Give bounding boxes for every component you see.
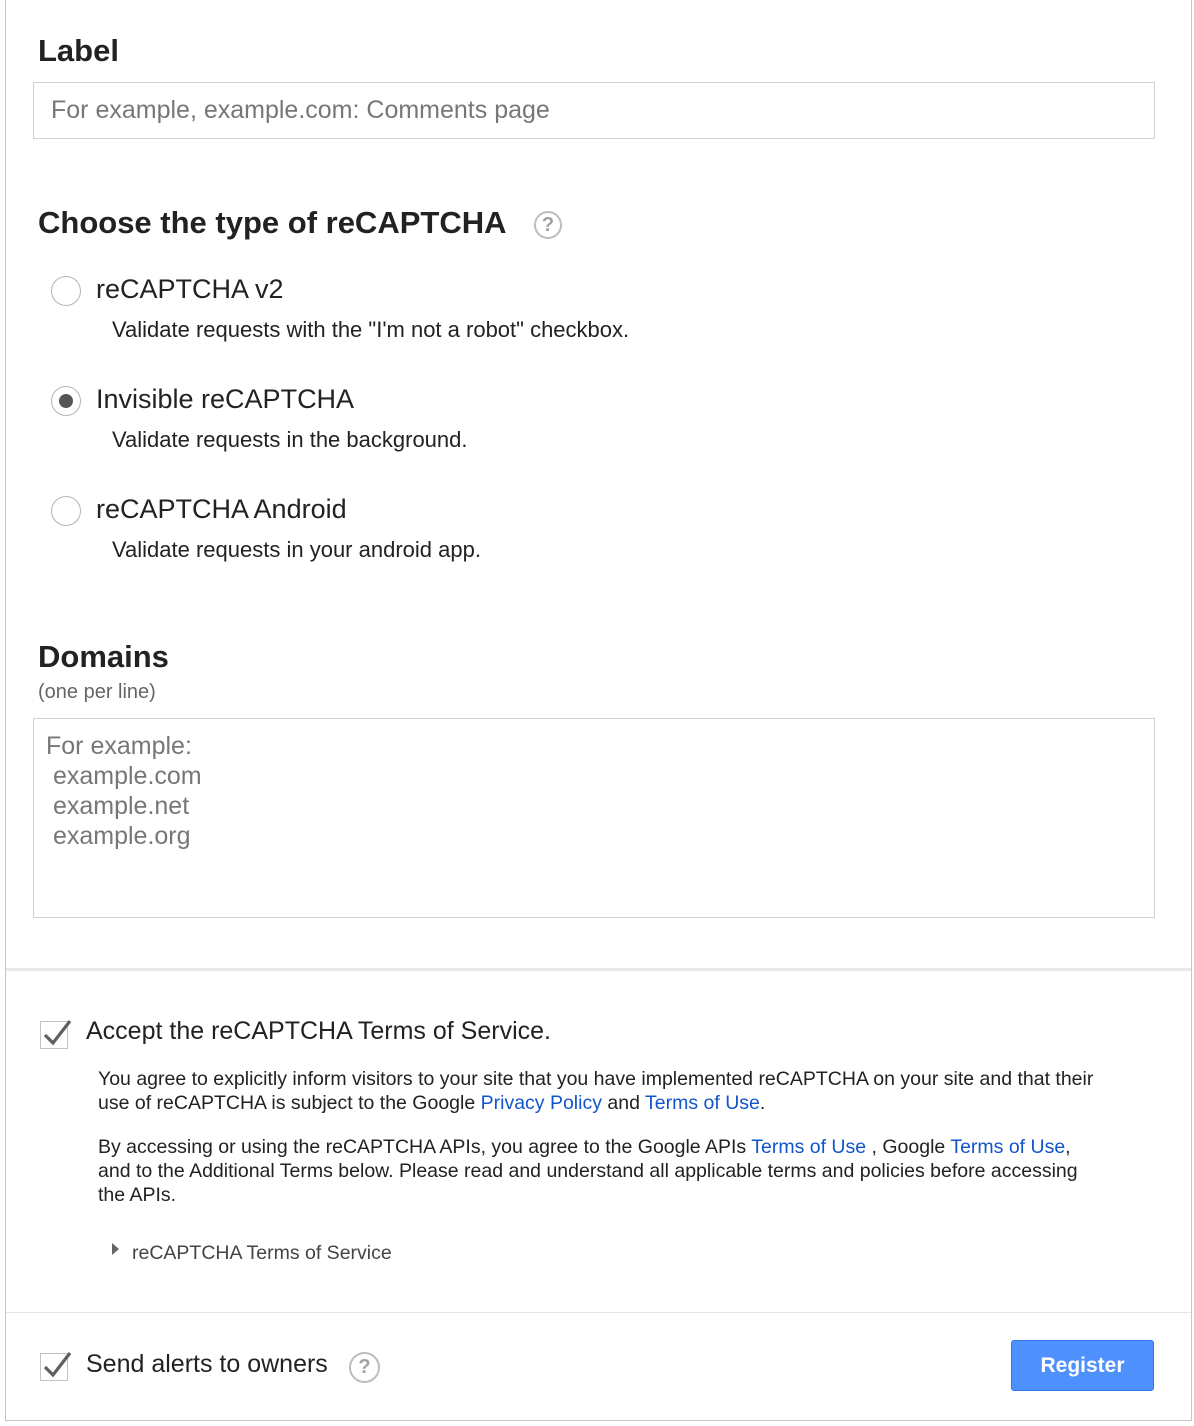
expand-triangle-icon[interactable] [112,1243,119,1255]
radio-recaptcha-v2[interactable] [51,276,81,306]
radio-description-recaptcha-v2: Validate requests with the "I'm not a ro… [112,317,630,342]
tos-paragraph-1: You agree to explicitly inform visitors … [98,1067,1108,1115]
apis-terms-of-use-link[interactable]: Terms of Use [751,1136,866,1158]
domains-textarea[interactable] [33,718,1155,918]
radio-invisible-recaptcha[interactable] [51,386,81,416]
domains-heading: Domains [38,639,169,674]
tos-paragraph-2: By accessing or using the reCAPTCHA APIs… [98,1135,1108,1207]
label-heading: Label [38,33,119,68]
label-input[interactable] [33,82,1155,139]
section-divider [6,968,1191,971]
register-button[interactable]: Register [1011,1340,1154,1391]
help-icon[interactable]: ? [534,211,562,239]
send-alerts-label[interactable]: Send alerts to owners [86,1350,328,1379]
tos-p1-text-and: and [601,1092,646,1114]
accept-tos-label[interactable]: Accept the reCAPTCHA Terms of Service. [86,1017,551,1046]
tos-expander-label[interactable]: reCAPTCHA Terms of Service [132,1242,392,1265]
domains-hint: (one per line) [38,681,156,703]
accept-tos-checkbox[interactable] [40,1020,72,1049]
radio-label-recaptcha-v2[interactable]: reCAPTCHA v2 [96,274,284,305]
tos-p2-text-google: , Google [866,1136,951,1158]
radio-description-invisible-recaptcha: Validate requests in the background. [112,427,468,452]
radio-label-invisible-recaptcha[interactable]: Invisible reCAPTCHA [96,384,354,415]
terms-of-use-link[interactable]: Terms of Use [645,1092,760,1114]
radio-label-recaptcha-android[interactable]: reCAPTCHA Android [96,494,347,525]
radio-description-recaptcha-android: Validate requests in your android app. [112,537,481,562]
help-icon[interactable]: ? [349,1352,380,1383]
radio-recaptcha-android[interactable] [51,496,81,526]
google-terms-of-use-link[interactable]: Terms of Use [950,1136,1065,1158]
radio-selected-dot [59,394,73,408]
footer-divider [6,1312,1191,1313]
privacy-policy-link[interactable]: Privacy Policy [481,1092,602,1114]
checkmark-icon [43,1020,72,1046]
recaptcha-type-heading: Choose the type of reCAPTCHA [38,205,507,240]
checkmark-icon [43,1352,72,1378]
tos-p1-period: . [759,1092,766,1114]
send-alerts-checkbox[interactable] [40,1352,72,1381]
tos-p2-text: By accessing or using the reCAPTCHA APIs… [98,1136,752,1158]
